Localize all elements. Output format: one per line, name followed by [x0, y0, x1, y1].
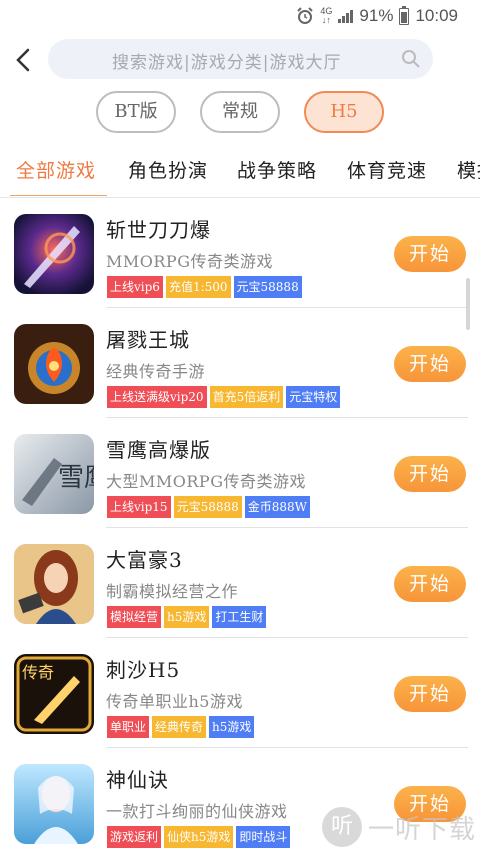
start-button[interactable]: 开始	[394, 456, 466, 492]
signal-icon	[338, 9, 354, 23]
game-description: 制霸模拟经营之作	[106, 582, 239, 601]
game-tags: 上线vip6 充值1:500 元宝58888	[107, 276, 302, 298]
watermark: 听 一听下载	[321, 807, 476, 847]
search-icon[interactable]	[401, 49, 421, 69]
watermark-text: 一听下载	[367, 814, 476, 845]
game-thumbnail[interactable]	[14, 214, 94, 294]
game-description: 经典传奇手游	[106, 362, 206, 381]
game-thumbnail[interactable]	[14, 544, 94, 624]
data-arrows-icon: ↓↑	[321, 15, 331, 25]
game-row[interactable]: 斩世刀刀爆 MMORPG传奇类游戏 上线vip6 充值1:500 元宝58888…	[0, 198, 480, 308]
game-tag: 经典传奇	[152, 716, 207, 738]
game-row[interactable]: 传奇 刺沙H5 传奇单职业h5游戏 单职业 经典传奇 h5游戏 开始	[0, 638, 480, 748]
game-tags: 单职业 经典传奇 h5游戏	[107, 716, 255, 738]
game-tag: 金币888W	[244, 496, 311, 518]
game-tag: 元宝特权	[286, 386, 341, 408]
category-tabs: 全部游戏 角色扮演 战争策略 体育竞速 模拟	[0, 148, 480, 196]
game-name: 神仙诀	[106, 768, 169, 792]
tab-simulation[interactable]: 模拟	[457, 156, 480, 183]
game-tag: 仙侠h5游戏	[164, 826, 234, 848]
game-tag: 上线vip15	[107, 496, 171, 518]
game-name: 大富豪3	[106, 548, 183, 572]
game-tags: 上线vip15 元宝58888 金币888W	[107, 496, 311, 518]
version-h5-button[interactable]: H5	[304, 91, 384, 133]
game-thumbnail[interactable]: 雪鹰	[14, 434, 94, 514]
game-tags: 上线送满级vip20 首充5倍返利 元宝特权	[107, 386, 341, 408]
network-indicator: 4G ↓↑	[320, 7, 332, 25]
game-thumbnail[interactable]	[14, 324, 94, 404]
header: 搜索游戏|游戏分类|游戏大厅	[0, 38, 480, 82]
game-name: 屠戮王城	[106, 328, 190, 352]
version-bt-button[interactable]: BT版	[96, 91, 176, 133]
game-tag: h5游戏	[209, 716, 255, 738]
game-tag: 上线vip6	[107, 276, 163, 298]
game-tag: 打工生财	[212, 606, 267, 628]
start-button[interactable]: 开始	[394, 236, 466, 272]
game-tag: 首充5倍返利	[209, 386, 284, 408]
tab-sports-racing[interactable]: 体育竞速	[347, 156, 427, 183]
start-button[interactable]: 开始	[394, 346, 466, 382]
clock: 10:09	[415, 6, 458, 25]
game-description: MMORPG传奇类游戏	[106, 252, 273, 271]
alarm-icon	[297, 7, 314, 24]
battery-percent: 91%	[359, 6, 394, 25]
game-description: 一款打斗绚丽的仙侠游戏	[106, 802, 288, 821]
game-tag: 元宝58888	[233, 276, 302, 298]
status-bar: 4G ↓↑ 91% 10:09	[0, 0, 480, 34]
thumbnail-label: 雪鹰	[58, 463, 94, 492]
version-normal-button[interactable]: 常规	[200, 91, 280, 133]
game-thumbnail[interactable]	[14, 764, 94, 844]
game-description: 传奇单职业h5游戏	[106, 692, 243, 711]
active-tab-indicator	[10, 195, 107, 196]
game-name: 刺沙H5	[106, 658, 181, 682]
game-row[interactable]: 屠戮王城 经典传奇手游 上线送满级vip20 首充5倍返利 元宝特权 开始	[0, 308, 480, 418]
game-row[interactable]: 大富豪3 制霸模拟经营之作 模拟经营 h5游戏 打工生财 开始	[0, 528, 480, 638]
tab-war-strategy[interactable]: 战争策略	[237, 156, 317, 183]
game-name: 雪鹰高爆版	[106, 438, 211, 462]
start-button[interactable]: 开始	[394, 566, 466, 602]
battery-icon	[399, 5, 410, 25]
tab-all-games[interactable]: 全部游戏	[16, 156, 96, 183]
game-tag: h5游戏	[164, 606, 210, 628]
game-tags: 模拟经营 h5游戏 打工生财	[107, 606, 267, 628]
game-tag: 模拟经营	[107, 606, 162, 628]
search-placeholder: 搜索游戏|游戏分类|游戏大厅	[112, 53, 342, 73]
game-name: 斩世刀刀爆	[106, 218, 211, 242]
game-tag: 元宝58888	[173, 496, 242, 518]
game-tag: 单职业	[107, 716, 150, 738]
watermark-logo-icon: 听	[321, 807, 362, 847]
back-arrow-icon[interactable]	[10, 44, 40, 76]
game-tags: 游戏返利 仙侠h5游戏 即时战斗	[107, 826, 291, 848]
tab-role-playing[interactable]: 角色扮演	[128, 156, 208, 183]
game-row[interactable]: 雪鹰 雪鹰高爆版 大型MMORPG传奇类游戏 上线vip15 元宝58888 金…	[0, 418, 480, 528]
scrollbar[interactable]	[466, 278, 470, 330]
start-button[interactable]: 开始	[394, 676, 466, 712]
search-input[interactable]: 搜索游戏|游戏分类|游戏大厅	[48, 39, 433, 79]
game-tag: 游戏返利	[107, 826, 162, 848]
game-tag: 即时战斗	[236, 826, 291, 848]
thumbnail-label: 传奇	[22, 664, 54, 682]
game-tag: 上线送满级vip20	[107, 386, 207, 408]
game-tag: 充值1:500	[165, 276, 231, 298]
game-description: 大型MMORPG传奇类游戏	[106, 472, 306, 491]
game-thumbnail[interactable]: 传奇	[14, 654, 94, 734]
